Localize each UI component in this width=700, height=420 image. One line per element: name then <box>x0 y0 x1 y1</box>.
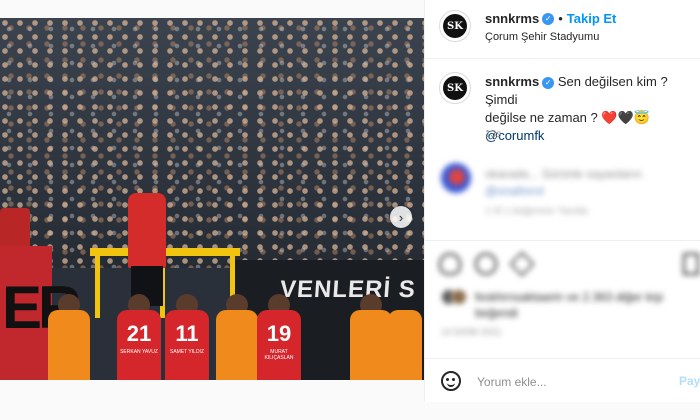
follow-button[interactable]: Takip Et <box>567 11 617 26</box>
player-celebrating <box>128 193 166 268</box>
username[interactable]: snnkrms <box>485 11 539 26</box>
share-send-icon[interactable] <box>509 251 535 277</box>
like-heart-icon[interactable] <box>439 253 461 275</box>
comment-bubble-icon[interactable] <box>475 253 497 275</box>
next-arrow-icon[interactable]: › <box>390 206 412 228</box>
avatar-logo: SK <box>443 14 467 38</box>
caption-text-line2: değilse ne zaman ? <box>485 110 598 125</box>
comment-bar: Paylaş <box>425 358 700 403</box>
steward-vest <box>388 310 422 380</box>
caption-time: 13s <box>485 129 502 140</box>
comment-input[interactable] <box>475 369 669 395</box>
liker-avatar <box>451 289 467 305</box>
railing-post <box>95 248 100 318</box>
blurred-comment-user: @onafmrvt <box>485 184 544 198</box>
stand-banner-text: VENLERİ S <box>279 276 417 303</box>
avatar[interactable]: SK <box>439 72 471 104</box>
likes-text-2: beğendi <box>475 306 518 320</box>
steward-vest <box>350 310 392 380</box>
verified-badge-icon: ✓ <box>542 76 555 89</box>
jersey-name: SAMET YILDIZ <box>170 349 204 355</box>
commenter-avatar[interactable] <box>441 163 471 193</box>
jersey-name: SERKAN YAVUZ <box>120 349 158 355</box>
verified-badge-icon: ✓ <box>542 12 555 25</box>
emoji-icon[interactable] <box>441 371 461 391</box>
action-bar <box>439 251 700 277</box>
likes-summary[interactable]: feskhrnsaktaarin ve 2.363 diğer kişi beğ… <box>475 289 690 321</box>
blurred-comment-text: okarada... Sürünle sayanların <box>485 167 642 181</box>
separator-dot: • <box>558 11 563 26</box>
heart-emojis-icon: ❤️🖤😇 <box>601 110 650 125</box>
likes-text: feskhrnsaktaarin ve 2.363 diğer kişi <box>475 290 664 304</box>
avatar[interactable]: SK <box>439 10 471 42</box>
jersey-number: 11 <box>175 321 199 346</box>
caption-username[interactable]: snnkrms <box>485 74 539 89</box>
post-comment-button[interactable]: Paylaş <box>679 374 700 388</box>
actions-divider <box>425 240 700 241</box>
avatar-logo: SK <box>443 76 467 100</box>
post-header: snnkrms ✓ • Takip Et <box>485 10 616 28</box>
post-caption: snnkrms ✓ Sen değilsen kim ? Şimdi değils… <box>485 73 690 145</box>
location-link[interactable]: Çorum Şehir Stadyumu <box>485 31 599 43</box>
blurred-comment: okarada... Sürünle sayanların @onafmrvt <box>485 166 685 200</box>
steward-vest <box>48 310 90 380</box>
steward-vest <box>216 310 258 380</box>
page-bottom <box>0 402 700 420</box>
bookmark-icon[interactable] <box>683 253 699 275</box>
likers-avatars[interactable] <box>441 289 471 305</box>
jersey-number: 19 <box>266 321 292 346</box>
post-details-panel: SK snnkrms ✓ • Takip Et Çorum Şehir Stadyum… <box>424 0 700 420</box>
jersey-name: MURAT KILIÇASLAN <box>264 349 294 361</box>
jersey-number: 21 <box>126 321 152 346</box>
crowd-background <box>0 18 424 268</box>
blurred-comment-meta: 1 hf 1 beğenme Yanıtla <box>485 206 588 217</box>
post-date: 14 EKİM 2021 <box>441 327 502 337</box>
header-divider <box>425 58 700 59</box>
post-photo[interactable]: ER VENLERİ S 21 SERKAN YAVUZ 11 SAMET YI… <box>0 18 424 380</box>
